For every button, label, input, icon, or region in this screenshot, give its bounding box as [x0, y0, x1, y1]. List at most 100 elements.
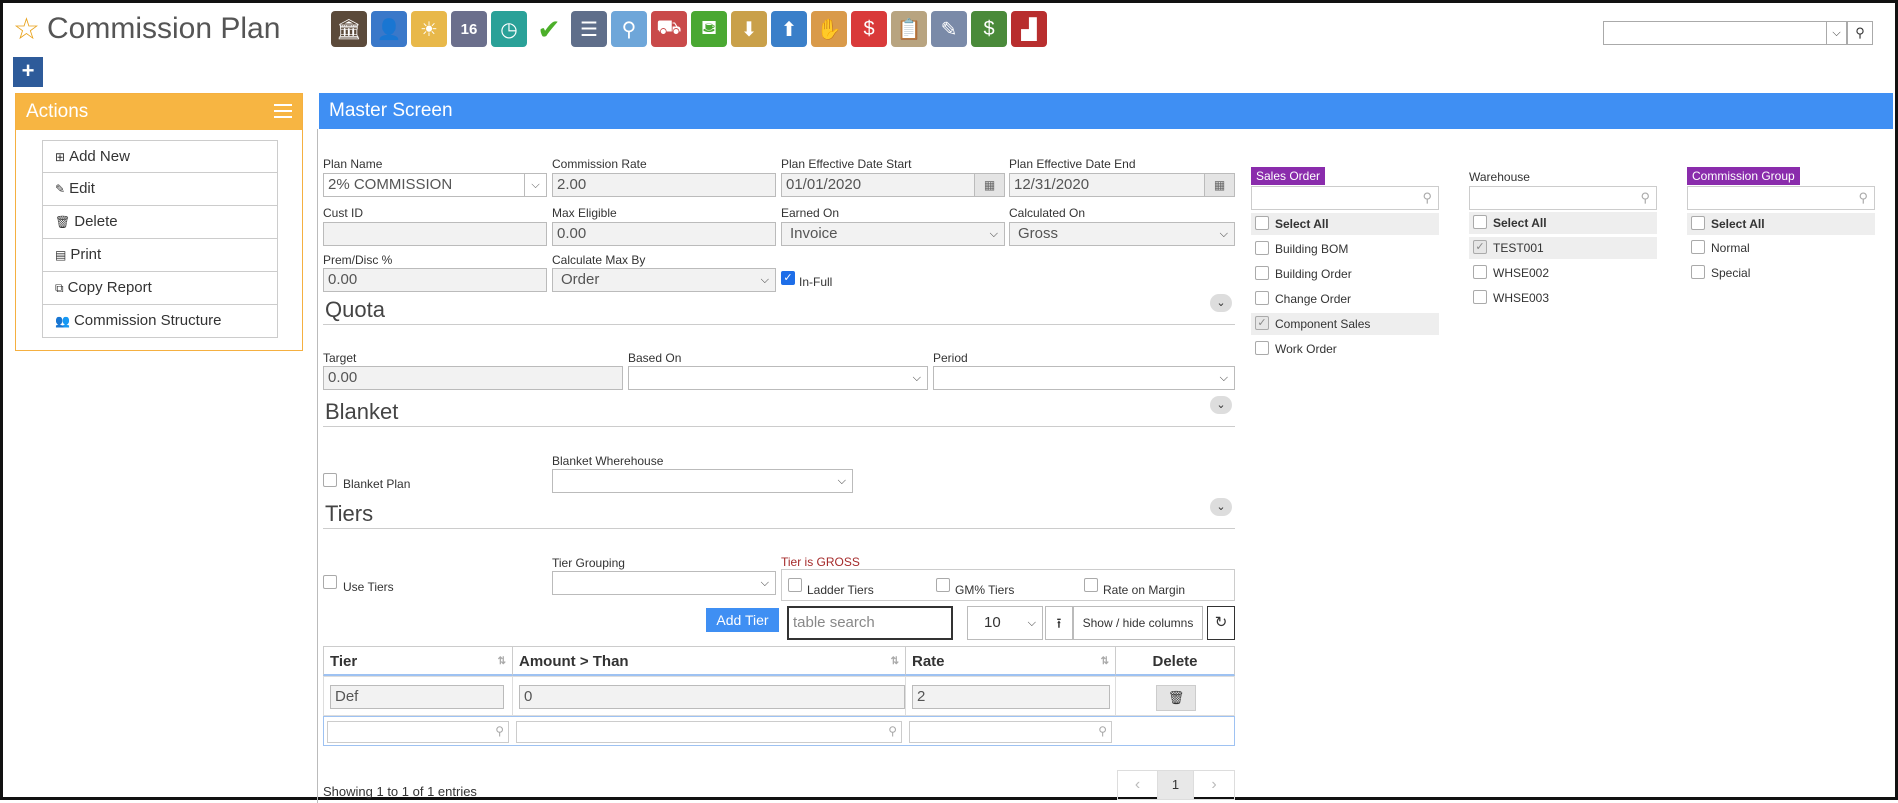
earned-on-select[interactable]: Invoice ⌵ — [781, 222, 1005, 246]
commission-group-select-all[interactable]: Select All — [1687, 213, 1875, 235]
page-prev-button[interactable]: ‹ — [1118, 771, 1158, 799]
list-item[interactable]: Special — [1687, 262, 1875, 284]
warehouse-search-input[interactable]: ⚲ — [1469, 186, 1657, 210]
based-on-select[interactable]: ⌵ — [628, 366, 928, 390]
tier-amount-input[interactable]: 0 — [519, 685, 905, 709]
column-header-amount[interactable]: Amount > Than ⇅ — [512, 646, 906, 676]
show-hide-columns-button[interactable]: Show / hide columns — [1073, 606, 1203, 640]
copy-report-button[interactable]: ⧉ Copy Report — [42, 272, 278, 305]
rate-filter-input[interactable]: ⚲ — [909, 721, 1112, 743]
target-input[interactable]: 0.00 — [323, 366, 623, 390]
calculated-on-select[interactable]: Gross ⌵ — [1009, 222, 1235, 246]
add-panel-button[interactable]: + — [13, 57, 43, 87]
tier-grouping-select[interactable]: ⌵ — [552, 571, 776, 595]
list-item[interactable]: Change Order — [1251, 288, 1439, 310]
upload-box-icon[interactable]: ⬆ — [771, 11, 807, 47]
max-eligible-input[interactable]: 0.00 — [552, 222, 776, 246]
period-select[interactable]: ⌵ — [933, 366, 1235, 390]
edit-button[interactable]: ✎ Edit — [42, 173, 278, 206]
list-item[interactable]: Work Order — [1251, 338, 1439, 360]
checkbox[interactable] — [1473, 265, 1487, 279]
page-1-button[interactable]: 1 — [1158, 771, 1194, 799]
list-item[interactable]: Building BOM — [1251, 238, 1439, 260]
calendar-16-icon[interactable]: 16 — [451, 11, 487, 47]
checkbox[interactable] — [1255, 266, 1269, 280]
list-item[interactable]: ✓ Component Sales — [1251, 313, 1439, 335]
sales-order-select-all[interactable]: Select All — [1251, 213, 1439, 235]
eff-end-date-input[interactable]: 12/31/2020 ▦ — [1009, 173, 1235, 197]
user-icon[interactable]: 👤 — [371, 11, 407, 47]
print-button[interactable]: ▤ Print — [42, 239, 278, 272]
clock-icon[interactable]: ◷ — [491, 11, 527, 47]
clipboard-icon[interactable]: 📋 — [891, 11, 927, 47]
page-next-button[interactable]: › — [1194, 771, 1234, 799]
commission-structure-button[interactable]: 👥 Commission Structure — [42, 305, 278, 338]
eff-start-date-input[interactable]: 01/01/2020 ▦ — [781, 173, 1005, 197]
global-search-input[interactable]: ⌵ — [1603, 21, 1847, 45]
chevron-down-icon[interactable]: ⌄ — [1210, 396, 1232, 414]
ladder-tiers-checkbox[interactable] — [788, 578, 802, 592]
column-header-tier[interactable]: Tier ⇅ — [323, 646, 513, 676]
commission-group-search-input[interactable]: ⚲ — [1687, 186, 1875, 210]
checkbox[interactable] — [1255, 341, 1269, 355]
chevron-down-icon[interactable]: ⌄ — [1210, 498, 1232, 516]
list-item[interactable]: Building Order — [1251, 263, 1439, 285]
weather-icon[interactable]: ☀ — [411, 11, 447, 47]
commission-rate-input[interactable]: 2.00 — [552, 173, 776, 197]
truck-icon[interactable]: ⛟ — [651, 11, 687, 47]
plan-name-select[interactable]: 2% COMMISSION ⌵ — [323, 173, 547, 197]
delete-button[interactable]: 🗑 Delete — [42, 206, 278, 239]
list-icon[interactable]: ☰ — [571, 11, 607, 47]
warehouse-select-all[interactable]: Select All — [1469, 212, 1657, 234]
reset-button[interactable]: ↻ — [1207, 606, 1235, 640]
page-size-select[interactable]: 10 ⌵ — [967, 606, 1043, 640]
checkbox[interactable] — [1255, 216, 1269, 230]
calendar-icon[interactable]: ▦ — [974, 174, 1004, 196]
calendar-icon[interactable]: ▦ — [1204, 174, 1234, 196]
search-magnifier-icon[interactable]: ⚲ — [611, 11, 647, 47]
blanket-warehouse-select[interactable]: ⌵ — [552, 469, 853, 493]
dollar-chat-icon[interactable]: $ — [851, 11, 887, 47]
hamburger-menu-icon[interactable] — [274, 104, 292, 118]
cash-icon[interactable]: $ — [971, 11, 1007, 47]
list-item[interactable]: Normal — [1687, 237, 1875, 259]
chevron-down-icon[interactable]: ⌵ — [1826, 22, 1846, 44]
checkbox[interactable] — [1691, 216, 1705, 230]
list-item[interactable]: WHSE003 — [1469, 287, 1657, 309]
checkbox[interactable] — [1255, 291, 1269, 305]
tier-filter-input[interactable]: ⚲ — [327, 721, 509, 743]
bank-icon[interactable]: 🏛 — [331, 11, 367, 47]
use-tiers-checkbox[interactable] — [323, 575, 337, 589]
tier-rate-input[interactable]: 2 — [912, 685, 1110, 709]
hand-money-icon[interactable]: ✋ — [811, 11, 847, 47]
amount-filter-input[interactable]: ⚲ — [516, 721, 902, 743]
checkbox[interactable] — [1691, 265, 1705, 279]
list-item[interactable]: WHSE002 — [1469, 262, 1657, 284]
checkbox[interactable] — [1473, 215, 1487, 229]
export-button[interactable]: ⭱ — [1045, 606, 1073, 640]
factory-icon[interactable]: ▟ — [1011, 11, 1047, 47]
download-box-icon[interactable]: ⬇ — [731, 11, 767, 47]
prem-disc-input[interactable]: 0.00 — [323, 268, 547, 292]
calc-max-by-select[interactable]: Order ⌵ — [552, 268, 776, 292]
checkbox[interactable] — [1691, 240, 1705, 254]
checkbox[interactable] — [1255, 241, 1269, 255]
pencil-ruler-icon[interactable]: ✎ — [931, 11, 967, 47]
checkbox[interactable]: ✓ — [1255, 316, 1269, 330]
list-item[interactable]: ✓ TEST001 — [1469, 237, 1657, 259]
chevron-down-icon[interactable]: ⌄ — [1210, 294, 1232, 312]
column-header-rate[interactable]: Rate ⇅ — [905, 646, 1116, 676]
gm-tiers-checkbox[interactable] — [936, 578, 950, 592]
checkmark-icon[interactable]: ✔ — [531, 11, 567, 47]
checkbox[interactable]: ✓ — [1473, 240, 1487, 254]
in-full-checkbox[interactable]: ✓ — [781, 271, 795, 285]
sales-order-search-input[interactable]: ⚲ — [1251, 186, 1439, 210]
table-search-input[interactable]: table search — [787, 606, 953, 640]
blanket-plan-checkbox[interactable] — [323, 473, 337, 487]
add-tier-button[interactable]: Add Tier — [706, 608, 779, 632]
favorite-star-icon[interactable]: ☆ — [13, 15, 40, 45]
basket-icon[interactable]: ⛾ — [691, 11, 727, 47]
tier-name-input[interactable]: Def — [330, 685, 504, 709]
checkbox[interactable] — [1473, 290, 1487, 304]
delete-row-button[interactable]: 🗑 — [1156, 685, 1196, 711]
